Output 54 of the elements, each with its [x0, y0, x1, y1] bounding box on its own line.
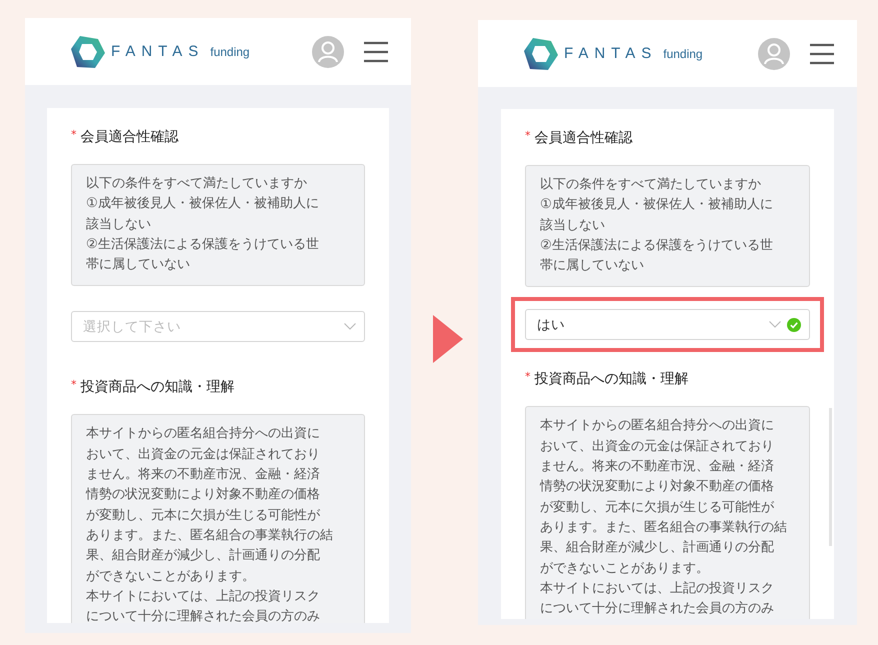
notice-line: ①成年被後見人・被保佐人・被補助人に — [540, 196, 774, 214]
notice-line: ません。将来の不動産市況、金融・経済 — [86, 466, 321, 484]
notice-line: ができないことがあります。 — [86, 568, 256, 586]
notice-line: 情勢の状況変動により対象不動産の価格 — [540, 478, 775, 496]
notice-line: ②生活保護法による保護をうけている世 — [86, 236, 320, 254]
notice-line: 本サイトからの匿名組合持分への出資に — [540, 417, 775, 436]
notice-line: おいて、出資金の元金は保証されており — [86, 446, 321, 464]
notice-line: 本サイトにおいては、上記の投資リスク — [540, 580, 775, 598]
notice-line: 情勢の状況変動により対象不動産の価格 — [86, 486, 321, 504]
question-label: 投資商品への知識・理解 — [534, 370, 688, 388]
notice-line: 以下の条件をすべて満たしていますか — [540, 176, 762, 194]
required-mark: * — [71, 128, 76, 141]
notice-line: ①成年被後見人・被保佐人・被補助人に — [86, 195, 320, 214]
user-avatar-icon[interactable] — [312, 36, 344, 68]
notice-line: ②生活保護法による保護をうけている世 — [540, 236, 774, 255]
notice-line: について十分に理解された会員の方のみ — [86, 608, 321, 623]
select-field[interactable]: はい — [525, 309, 810, 340]
required-mark: * — [525, 370, 530, 384]
notice-line: が変動し、元本に欠損が生じる可能性が — [86, 506, 321, 525]
menu-icon[interactable] — [810, 42, 834, 64]
question-label: 投資商品への知識・理解 — [80, 378, 234, 396]
notice-line: 該当しない — [540, 216, 606, 235]
notice-line: が変動し、元本に欠損が生じる可能性が — [540, 498, 775, 517]
logo-wordmark: FANTAS — [564, 45, 658, 62]
notice-line: 果、組合財産が減少し、計画通りの分配 — [540, 539, 775, 558]
question-label: 会員適合性確認 — [80, 128, 178, 146]
logo-subtitle: funding — [210, 44, 250, 58]
notice-line: ができないことがあります。 — [540, 560, 710, 578]
user-avatar-icon[interactable] — [758, 38, 790, 70]
logo-icon — [524, 36, 558, 70]
notice-line: 本サイトにおいては、上記の投資リスク — [86, 588, 321, 606]
chevron-down-icon — [769, 321, 781, 328]
select-placeholder: 選択して下さい — [83, 318, 182, 336]
required-mark: * — [71, 378, 76, 392]
notice-line: 果、組合財産が減少し、計画通りの分配 — [86, 547, 321, 566]
arrow-icon — [433, 315, 463, 363]
notice-line: あります。また、匿名組合の事業執行の結 — [540, 518, 788, 537]
notice-line: 以下の条件をすべて満たしていますか — [86, 175, 308, 193]
logo-subtitle: funding — [663, 46, 703, 60]
notice-line: ません。将来の不動産市況、金融・経済 — [540, 458, 775, 476]
select-value: はい — [537, 316, 566, 334]
notice-line: 帯に属していない — [540, 257, 645, 276]
notice-line: おいて、出資金の元金は保証されており — [540, 438, 775, 456]
notice-line: 該当しない — [86, 216, 152, 234]
notice-line: について十分に理解された会員の方のみ — [540, 600, 775, 618]
notice-line: 帯に属していない — [86, 256, 191, 274]
menu-icon[interactable] — [364, 40, 388, 62]
logo-wordmark: FANTAS — [111, 43, 204, 60]
notice-line: 本サイトからの匿名組合持分への出資に — [86, 425, 321, 444]
question-label: 会員適合性確認 — [534, 129, 632, 147]
chevron-down-icon — [344, 323, 356, 330]
notice-line: あります。また、匿名組合の事業執行の結 — [86, 526, 334, 545]
logo-icon — [71, 34, 105, 68]
required-mark: * — [525, 129, 530, 142]
